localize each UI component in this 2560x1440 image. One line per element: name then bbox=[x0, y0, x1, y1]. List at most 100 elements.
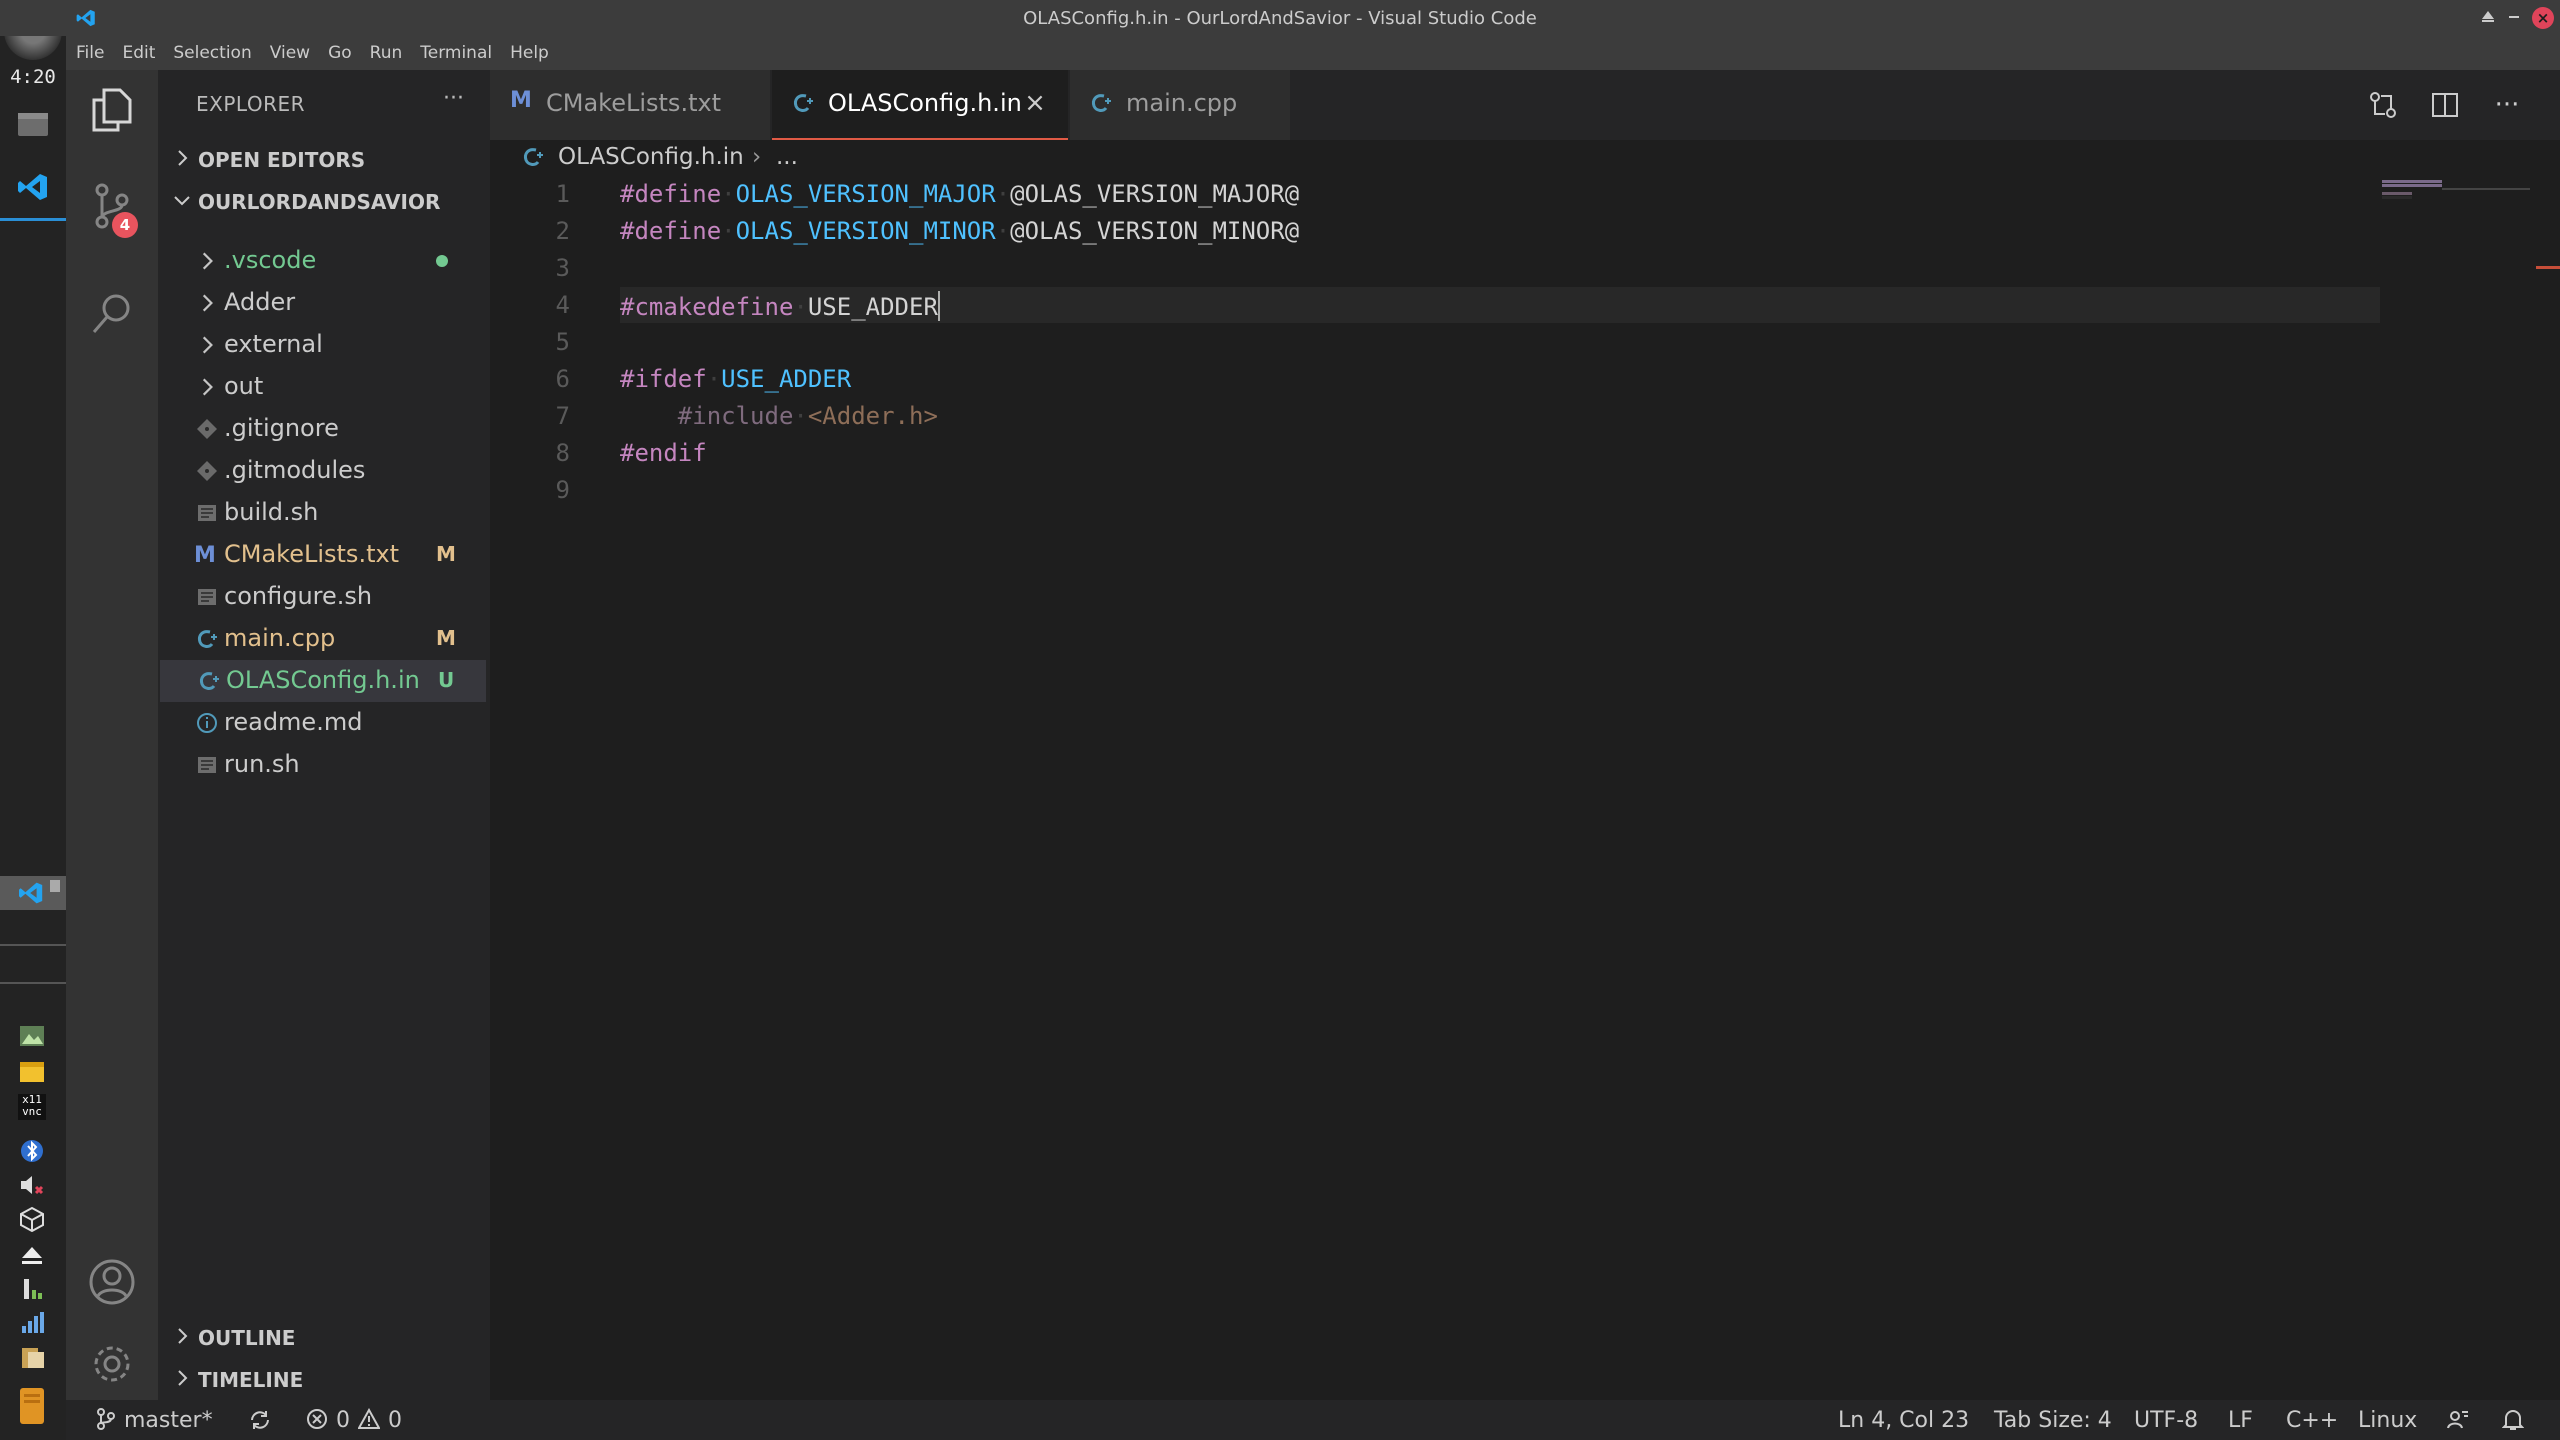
explorer-sidebar: EXPLORER ··· OPEN EDITORS OURLORDANDSAVI… bbox=[158, 70, 490, 1410]
scm-changes-badge: 4 bbox=[112, 212, 138, 238]
tree-item[interactable]: .gitmodules bbox=[158, 450, 490, 492]
menu-selection[interactable]: Selection bbox=[164, 36, 260, 70]
tree-item[interactable]: configure.sh bbox=[158, 576, 490, 618]
tree-item[interactable]: .vscode bbox=[158, 240, 490, 282]
text-cursor bbox=[937, 291, 940, 321]
tree-item[interactable]: Adder bbox=[158, 282, 490, 324]
breadcrumb-symbols[interactable]: ... bbox=[776, 144, 798, 170]
code-line[interactable] bbox=[490, 324, 2370, 360]
code-token: OLAS_VERSION_MAJOR bbox=[735, 180, 996, 208]
cursor-position[interactable]: Ln 4, Col 23 bbox=[1838, 1408, 1969, 1433]
tree-item[interactable]: .gitignore bbox=[158, 408, 490, 450]
chevron-right-icon bbox=[196, 376, 218, 398]
tab-olasconfig[interactable]: OLASConfig.h.in × bbox=[772, 70, 1068, 140]
code-editor[interactable]: 1 #define·OLAS_VERSION_MAJOR·@OLAS_VERSIO… bbox=[490, 176, 2536, 1410]
bluetooth-icon[interactable] bbox=[18, 1138, 46, 1164]
code-line[interactable]: #include·<Adder.h> bbox=[490, 398, 2370, 434]
code-token: · bbox=[995, 180, 1011, 208]
errors-count[interactable]: 0 bbox=[336, 1408, 350, 1433]
warnings-count[interactable]: 0 bbox=[388, 1408, 402, 1433]
notifications-bell-icon[interactable] bbox=[2501, 1408, 2525, 1438]
tab-cmakelists[interactable]: M CMakeLists.txt bbox=[490, 70, 770, 140]
open-editors-section[interactable]: OPEN EDITORS bbox=[158, 140, 490, 180]
image-viewer-tray-icon[interactable] bbox=[18, 1024, 46, 1050]
x11vnc-tray-icon[interactable]: x11 vnc bbox=[18, 1094, 46, 1120]
maximize-button[interactable] bbox=[2502, 6, 2526, 30]
tree-item[interactable]: OLASConfig.h.in U bbox=[160, 660, 486, 702]
code-token: · bbox=[995, 217, 1011, 245]
menu-help[interactable]: Help bbox=[501, 36, 558, 70]
tree-item[interactable]: M CMakeLists.txt M bbox=[158, 534, 490, 576]
tree-item-label: main.cpp bbox=[224, 624, 336, 652]
notes-tray-icon[interactable] bbox=[18, 1060, 46, 1086]
editor-more-actions-icon[interactable]: ··· bbox=[2488, 86, 2526, 124]
tree-item[interactable]: readme.md bbox=[158, 702, 490, 744]
feedback-icon[interactable] bbox=[2446, 1408, 2470, 1438]
git-status-badge: U bbox=[438, 668, 455, 692]
sync-icon[interactable] bbox=[248, 1408, 272, 1438]
workspace-section[interactable]: OURLORDANDSAVIOR bbox=[158, 182, 490, 222]
window-titlebar[interactable]: OLASConfig.h.in - OurLordAndSavior - Vis… bbox=[0, 0, 2560, 36]
keep-above-icon[interactable] bbox=[2476, 6, 2500, 30]
code-line[interactable] bbox=[490, 250, 2370, 286]
breadcrumb-file[interactable]: OLASConfig.h.in bbox=[558, 144, 744, 170]
tree-item-label: .gitmodules bbox=[224, 456, 366, 484]
package-manager-icon[interactable] bbox=[18, 1206, 46, 1233]
network-status-icon[interactable] bbox=[18, 1276, 46, 1302]
chevron-right-icon bbox=[196, 292, 218, 314]
code-line[interactable]: #define·OLAS_VERSION_MAJOR·@OLAS_VERSION… bbox=[490, 176, 2370, 212]
manage-gear-icon[interactable] bbox=[66, 1324, 158, 1404]
platform-config[interactable]: Linux bbox=[2358, 1408, 2417, 1433]
close-tab-icon[interactable]: × bbox=[1022, 90, 1048, 116]
tree-item[interactable]: main.cpp M bbox=[158, 618, 490, 660]
timeline-label: TIMELINE bbox=[198, 1368, 304, 1392]
tab-size[interactable]: Tab Size: 4 bbox=[1994, 1408, 2112, 1433]
search-icon[interactable] bbox=[66, 274, 158, 354]
git-branch-label[interactable]: master* bbox=[124, 1408, 213, 1433]
tree-item-label: .vscode bbox=[224, 246, 317, 274]
vscode-launcher-icon[interactable] bbox=[17, 172, 49, 200]
open-changes-icon[interactable] bbox=[2364, 86, 2402, 124]
tree-item[interactable]: external bbox=[158, 324, 490, 366]
status-bar: master* 0 0 Ln 4, Col 23 Tab Size: 4 UTF… bbox=[66, 1400, 2560, 1440]
outline-section[interactable]: OUTLINE bbox=[158, 1318, 490, 1358]
volume-muted-icon[interactable] bbox=[18, 1172, 46, 1198]
code-line[interactable]: #cmakedefine·USE_ADDER bbox=[620, 287, 2380, 323]
menu-view[interactable]: View bbox=[261, 36, 319, 70]
eject-icon[interactable] bbox=[18, 1242, 46, 1268]
timeline-section[interactable]: TIMELINE bbox=[158, 1360, 490, 1400]
tab-main-cpp[interactable]: main.cpp bbox=[1070, 70, 1290, 140]
code-line[interactable]: #ifdef·USE_ADDER bbox=[490, 361, 2370, 397]
code-line[interactable] bbox=[490, 472, 2370, 508]
tree-item[interactable]: build.sh bbox=[158, 492, 490, 534]
menu-run[interactable]: Run bbox=[361, 36, 412, 70]
language-mode[interactable]: C++ bbox=[2286, 1408, 2338, 1433]
clipboard-icon[interactable] bbox=[18, 1344, 46, 1370]
tree-item-label: external bbox=[224, 330, 323, 358]
tree-item[interactable]: run.sh bbox=[158, 744, 490, 786]
errors-icon[interactable] bbox=[306, 1408, 328, 1433]
source-control-icon[interactable]: 4 bbox=[66, 166, 158, 246]
git-branch-icon[interactable] bbox=[96, 1408, 116, 1433]
end-of-line[interactable]: LF bbox=[2228, 1408, 2253, 1433]
code-line[interactable]: #define·OLAS_VERSION_MINOR·@OLAS_VERSION… bbox=[490, 213, 2370, 249]
signal-strength-icon[interactable] bbox=[18, 1310, 46, 1336]
menu-terminal[interactable]: Terminal bbox=[411, 36, 501, 70]
account-icon[interactable] bbox=[66, 1242, 158, 1322]
explorer-icon[interactable] bbox=[66, 70, 158, 150]
tree-item[interactable]: out bbox=[158, 366, 490, 408]
code-line[interactable]: #endif bbox=[490, 435, 2370, 471]
menu-edit[interactable]: Edit bbox=[113, 36, 164, 70]
more-actions-icon[interactable]: ··· bbox=[443, 86, 464, 111]
taskbar-vscode-window[interactable] bbox=[0, 876, 66, 910]
trash-icon[interactable] bbox=[18, 1386, 46, 1426]
desktop: 4:20 x11 vnc OLASConfig.h.in - OurLordAn… bbox=[0, 0, 2560, 1440]
files-app-icon[interactable] bbox=[17, 110, 49, 138]
file-encoding[interactable]: UTF-8 bbox=[2134, 1408, 2198, 1433]
menu-file[interactable]: File bbox=[66, 36, 113, 70]
close-window-button[interactable]: × bbox=[2532, 7, 2554, 29]
menu-go[interactable]: Go bbox=[319, 36, 361, 70]
split-editor-icon[interactable] bbox=[2426, 86, 2464, 124]
warnings-icon[interactable] bbox=[357, 1407, 381, 1433]
minimap[interactable] bbox=[2380, 176, 2530, 236]
